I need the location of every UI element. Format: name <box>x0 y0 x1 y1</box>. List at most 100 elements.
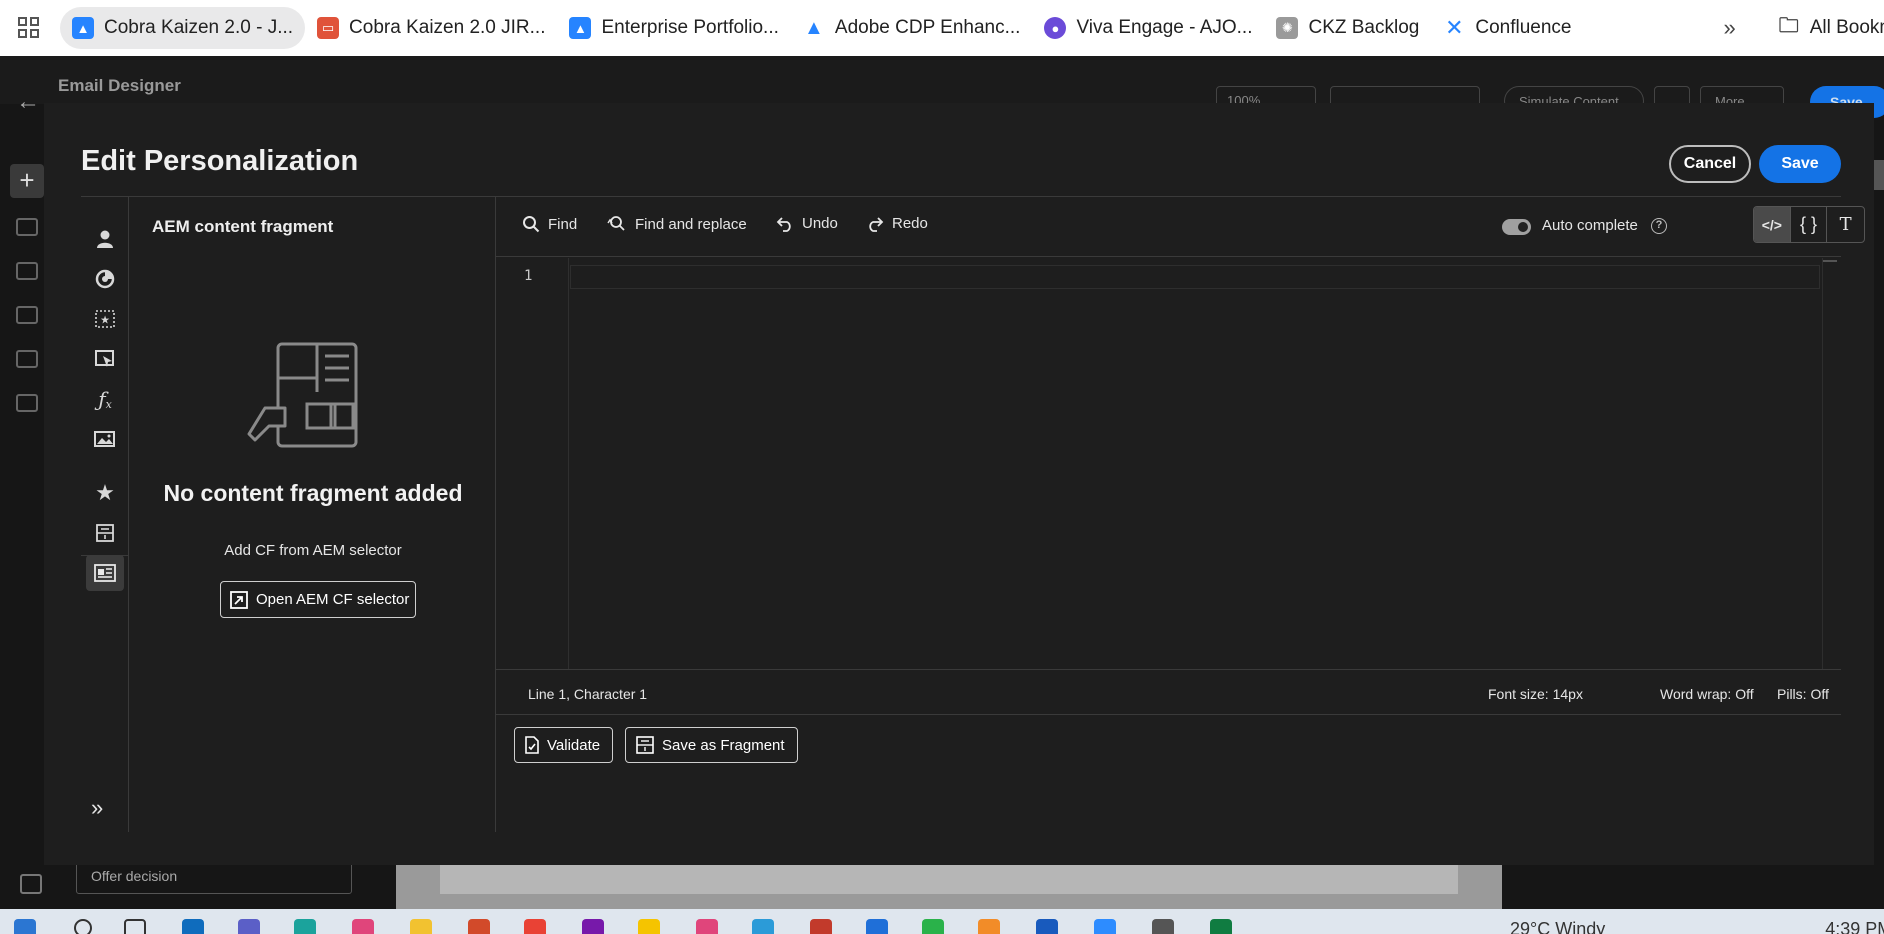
find-replace-button[interactable]: Find and replace <box>607 215 747 233</box>
app-icon[interactable] <box>922 919 944 934</box>
app-icon[interactable] <box>810 919 832 934</box>
editor-status-bar: Line 1, Character 1 Font size: 14px Word… <box>496 669 1841 715</box>
current-line-highlight[interactable] <box>570 265 1820 289</box>
bookmark-item[interactable]: ▲ Enterprise Portfolio... <box>557 7 790 49</box>
right-panel-tab[interactable] <box>1874 160 1884 190</box>
confluence-icon: ✕ <box>1445 15 1464 40</box>
editor-actions: Validate Save as Fragment <box>496 715 1841 771</box>
edge-icon[interactable] <box>294 919 316 934</box>
svg-text:★: ★ <box>100 314 110 327</box>
windows-start-icon[interactable] <box>14 919 36 934</box>
scrollbar-thumb[interactable] <box>1823 260 1837 262</box>
bookmark-item[interactable]: ▲ Cobra Kaizen 2.0 - J... <box>60 7 306 49</box>
settings-icon[interactable] <box>1152 919 1174 934</box>
find-replace-icon <box>607 216 625 231</box>
save-button[interactable]: Save <box>1759 145 1841 183</box>
open-aem-cf-selector-label: Open AEM CF selector <box>256 591 410 608</box>
autocomplete-label: Auto complete <box>1542 217 1638 234</box>
excel-icon[interactable] <box>1210 919 1232 934</box>
bookmark-item[interactable]: ✕ Confluence <box>1431 7 1583 49</box>
open-selector-icon <box>230 590 248 609</box>
search-icon[interactable] <box>74 919 92 934</box>
bookmark-item[interactable]: ▭ Cobra Kaizen 2.0 JIR... <box>305 7 557 49</box>
cancel-button[interactable]: Cancel <box>1669 145 1751 183</box>
audience-icon[interactable] <box>81 261 129 297</box>
offer-icon[interactable]: ★ <box>81 301 129 337</box>
app-icon[interactable] <box>866 919 888 934</box>
text-mode-icon[interactable]: T <box>1827 207 1864 242</box>
app-icon[interactable] <box>468 919 490 934</box>
help-icon[interactable]: ? <box>1651 218 1667 234</box>
code-editor-area[interactable]: 1 <box>496 258 1841 669</box>
chrome-icon[interactable] <box>524 919 546 934</box>
all-bookmarks-folder[interactable]: 🗀All Bookmarks <box>1766 7 1884 49</box>
apps-grid-icon[interactable] <box>18 0 40 56</box>
app-icon[interactable] <box>638 919 660 934</box>
profile-icon[interactable] <box>81 221 129 257</box>
onenote-icon[interactable] <box>582 919 604 934</box>
link-icon[interactable] <box>16 350 38 368</box>
jira-icon: ▲ <box>72 17 94 39</box>
teams-icon[interactable] <box>238 919 260 934</box>
editor-scrollbar[interactable] <box>1822 258 1837 669</box>
fragment-icon <box>636 736 654 754</box>
content-fragment-icon[interactable] <box>86 555 124 591</box>
cursor-position: Line 1, Character 1 <box>528 686 648 702</box>
bookmark-item[interactable]: ▲ Adobe CDP Enhanc... <box>791 7 1033 49</box>
app-icon[interactable] <box>696 919 718 934</box>
layers-icon[interactable] <box>20 874 42 894</box>
find-button[interactable]: Find <box>522 215 577 233</box>
windows-taskbar: 29°C Windy 4:39 PM <box>0 909 1884 934</box>
expand-rail-icon[interactable]: » <box>91 795 103 821</box>
email-canvas-content <box>440 864 1458 894</box>
undo-button[interactable]: Undo <box>776 215 838 232</box>
bookmark-item[interactable]: ✺ CKZ Backlog <box>1264 7 1431 49</box>
layers-icon[interactable] <box>16 306 38 324</box>
outlook-icon[interactable] <box>182 919 204 934</box>
fragments-icon[interactable] <box>81 515 129 551</box>
validate-button[interactable]: Validate <box>514 727 614 763</box>
assets-icon[interactable] <box>81 421 129 457</box>
dialog-title: Edit Personalization <box>81 145 359 177</box>
undo-icon <box>776 216 791 232</box>
favorites-icon[interactable]: ★ <box>81 475 129 511</box>
toggle-knob <box>1518 222 1528 232</box>
redo-icon <box>869 216 884 232</box>
save-as-fragment-button[interactable]: Save as Fragment <box>625 727 798 763</box>
weather-text[interactable]: 29°C Windy <box>1510 919 1605 934</box>
redo-button[interactable]: Redo <box>866 215 928 232</box>
folder-icon: 🗀 <box>1778 15 1799 37</box>
confluence-a-icon: ▲ <box>804 16 824 39</box>
viva-engage-icon: ● <box>1044 17 1067 39</box>
layout-icon[interactable] <box>16 262 38 280</box>
bookmark-item[interactable]: ● Viva Engage - AJO... <box>1032 7 1264 49</box>
app-icon[interactable] <box>352 919 374 934</box>
add-icon[interactable]: + <box>10 164 44 198</box>
system-tray: 29°C Windy 4:39 PM <box>1510 919 1884 934</box>
app-icon[interactable] <box>752 919 774 934</box>
json-mode-icon[interactable]: { } <box>1791 207 1828 242</box>
pills-setting[interactable]: Pills: Off <box>1777 686 1829 702</box>
redo-label: Redo <box>892 215 928 232</box>
find-label: Find <box>548 215 578 233</box>
word-icon[interactable] <box>1036 919 1058 934</box>
structure-icon[interactable] <box>16 218 38 236</box>
font-size-setting[interactable]: Font size: 14px <box>1488 686 1583 702</box>
expression-editor: Find Find and replace Undo Redo Auto com… <box>496 197 1865 832</box>
task-view-icon[interactable] <box>124 919 146 934</box>
undo-label: Undo <box>802 215 838 232</box>
helper-functions-icon[interactable]: ƒx <box>81 381 129 417</box>
code-mode-icon[interactable]: </> <box>1754 207 1791 242</box>
contextual-attributes-icon[interactable] <box>81 341 129 377</box>
autocomplete-toggle[interactable] <box>1502 219 1531 235</box>
app-icon[interactable] <box>978 919 1000 934</box>
clock[interactable]: 4:39 PM <box>1825 919 1884 934</box>
word-wrap-setting[interactable]: Word wrap: Off <box>1660 686 1754 702</box>
back-arrow-icon[interactable]: ← <box>16 88 40 116</box>
zoom-icon[interactable] <box>1094 919 1116 934</box>
editor-mode-group: </> { } T <box>1753 206 1865 243</box>
more-bookmarks-button[interactable]: » <box>1713 7 1745 49</box>
open-aem-cf-selector-button[interactable]: Open AEM CF selector <box>220 581 416 618</box>
file-explorer-icon[interactable] <box>410 919 432 934</box>
grid-icon[interactable] <box>16 394 38 412</box>
